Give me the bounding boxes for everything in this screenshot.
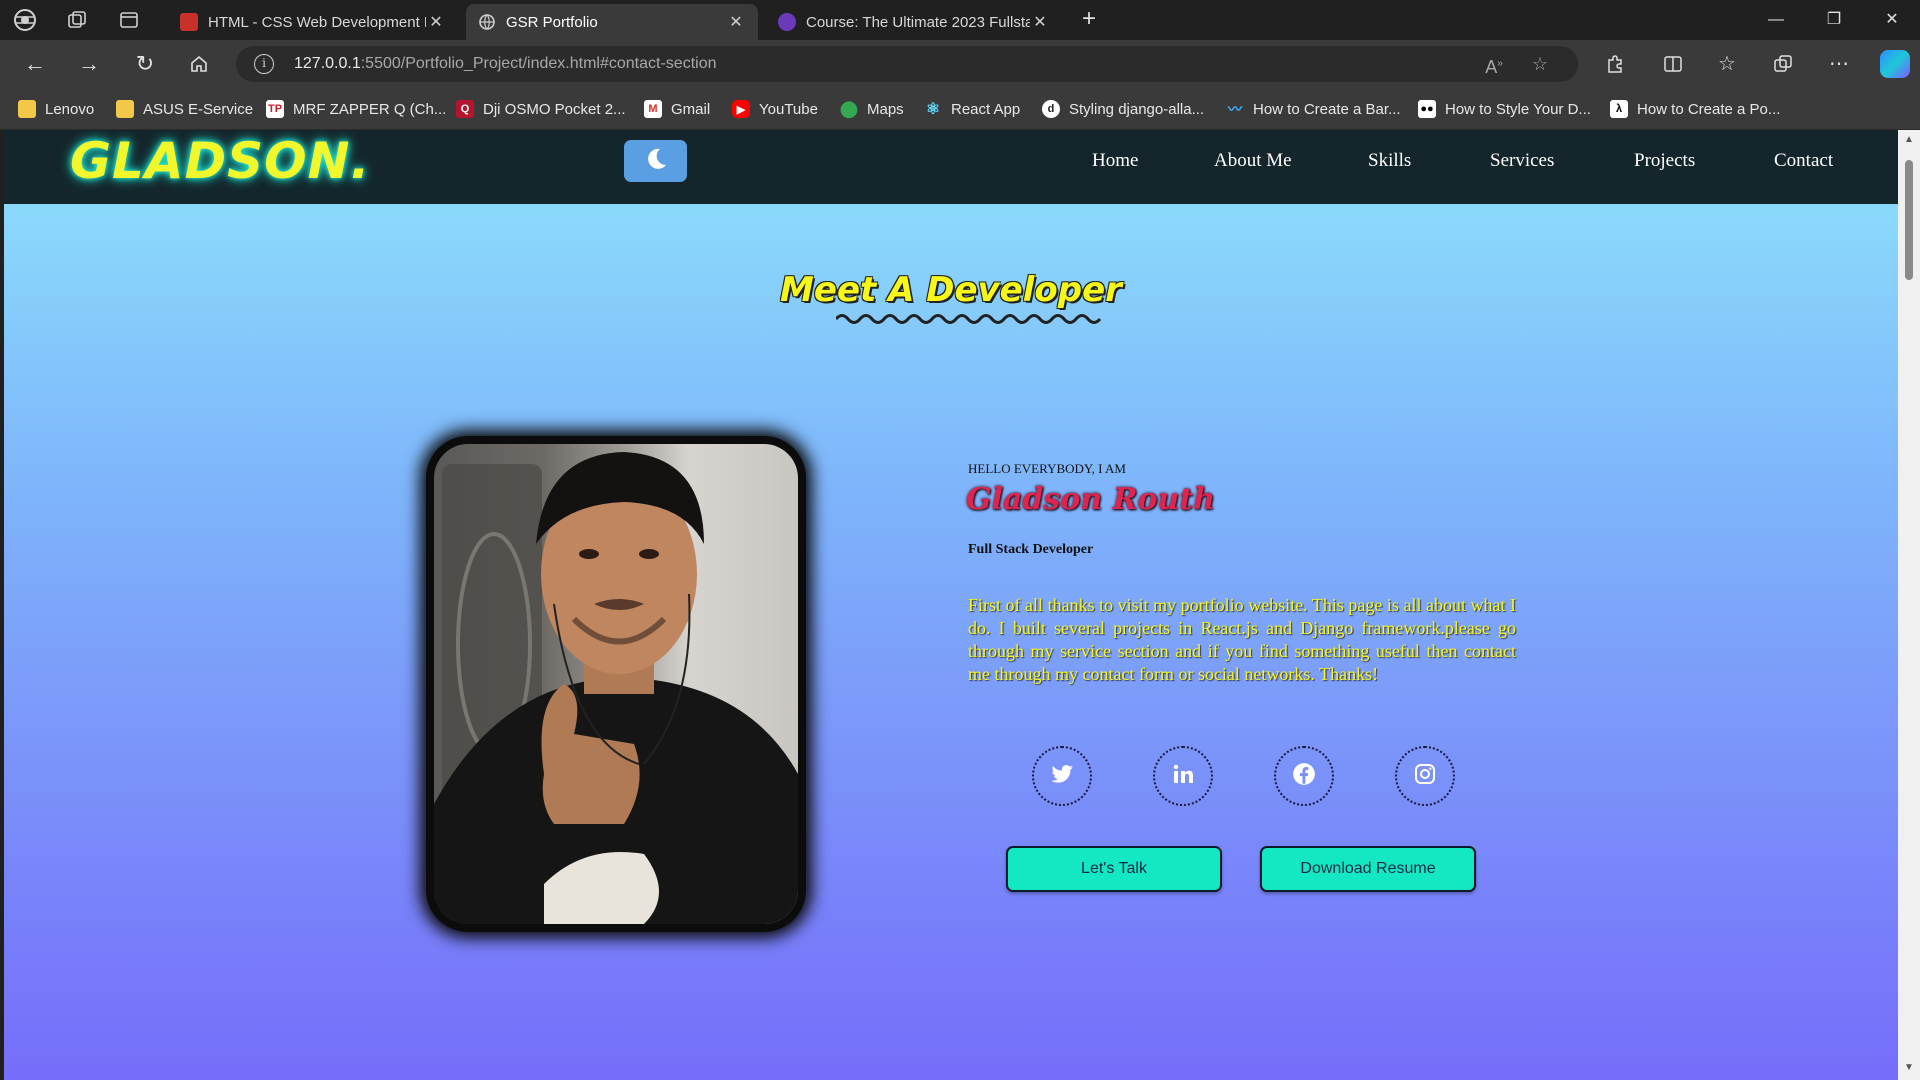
linkedin-icon	[1171, 762, 1195, 791]
workspaces-icon[interactable]	[62, 6, 92, 34]
developer-role: Full Stack Developer	[968, 542, 1094, 557]
wavy-underline	[836, 314, 1102, 324]
tab-gsr-portfolio[interactable]: GSR Portfolio ✕	[466, 4, 758, 40]
twitter-icon	[1049, 761, 1075, 792]
intro-paragraph: First of all thanks to visit my portfoli…	[968, 595, 1516, 684]
split-screen-icon[interactable]	[1656, 48, 1690, 80]
nav-services[interactable]: Services	[1490, 150, 1554, 172]
medium-icon: ●●	[1418, 100, 1436, 118]
close-icon[interactable]: ✕	[726, 12, 746, 32]
twitter-link[interactable]	[1032, 746, 1092, 806]
home-button[interactable]	[182, 48, 216, 80]
extensions-icon[interactable]	[1598, 48, 1632, 80]
favorites-icon[interactable]: ☆	[1710, 48, 1744, 80]
refresh-button[interactable]: ↻	[128, 48, 162, 80]
folder-icon	[18, 100, 36, 118]
hero-title: Meet A Developer	[780, 270, 1122, 310]
bookmark-gmail[interactable]: M Gmail	[644, 98, 710, 120]
dark-mode-toggle[interactable]	[624, 140, 687, 182]
site-logo[interactable]: GLADSON.	[70, 132, 370, 190]
moon-icon	[642, 145, 670, 178]
bookmark-style[interactable]: ●● How to Style Your D...	[1418, 98, 1591, 120]
nav-skills[interactable]: Skills	[1368, 150, 1411, 172]
collections-icon[interactable]	[1766, 48, 1800, 80]
bookmarks-bar: Lenovo ASUS E-Service TP MRF ZAPPER Q (Ch…	[0, 88, 1920, 130]
bookmark-youtube[interactable]: ▶ YouTube	[732, 98, 818, 120]
profile-photo-frame	[426, 436, 806, 932]
wave-icon: 〰	[1228, 101, 1242, 117]
new-tab-button[interactable]: +	[1074, 6, 1104, 34]
close-icon[interactable]: ✕	[426, 12, 446, 32]
bookmark-maps[interactable]: ⬤ Maps	[840, 98, 904, 120]
nav-contact[interactable]: Contact	[1774, 150, 1833, 172]
favorite-star-icon[interactable]: ☆	[1526, 52, 1554, 76]
django-icon: d	[1042, 100, 1060, 118]
bookmark-django[interactable]: d Styling django-alla...	[1042, 98, 1204, 120]
back-button[interactable]: ←	[18, 48, 52, 80]
restore-button[interactable]: ❐	[1814, 6, 1854, 34]
facebook-icon	[1291, 761, 1317, 792]
minimize-button[interactable]: —	[1756, 6, 1796, 34]
bookmark-react-app[interactable]: ⚛ React App	[924, 98, 1020, 120]
close-icon[interactable]: ✕	[1030, 12, 1050, 32]
nav-projects[interactable]: Projects	[1634, 150, 1695, 172]
site-navbar: GLADSON. Home About Me Skills Services P…	[4, 130, 1898, 204]
developer-name: Gladson Routh	[966, 482, 1216, 517]
bookmark-lenovo[interactable]: Lenovo	[18, 98, 94, 120]
page-scrollbar[interactable]: ▲ ▼	[1898, 130, 1920, 1080]
linkedin-link[interactable]	[1153, 746, 1213, 806]
globe-icon	[478, 13, 496, 31]
lets-talk-button[interactable]: Let's Talk	[1006, 846, 1222, 892]
address-bar[interactable]: i 127.0.0.1:5500/Portfolio_Project/index…	[236, 46, 1578, 82]
bookmark-mrf[interactable]: TP MRF ZAPPER Q (Ch...	[266, 98, 446, 120]
download-resume-button[interactable]: Download Resume	[1260, 846, 1476, 892]
forward-button[interactable]: →	[72, 48, 106, 80]
instagram-icon	[1413, 762, 1437, 791]
youtube-icon: ▶	[732, 100, 750, 118]
profile-icon[interactable]	[10, 6, 40, 34]
address-toolbar: ← → ↻ i 127.0.0.1:5500/Portfolio_Project…	[0, 40, 1920, 88]
maps-icon: ⬤	[840, 101, 858, 118]
react-icon: ⚛	[925, 101, 941, 118]
instagram-link[interactable]	[1395, 746, 1455, 806]
tab-html-css[interactable]: HTML - CSS Web Development P ✕	[168, 4, 458, 40]
bookmark-create[interactable]: λ How to Create a Po...	[1610, 98, 1780, 120]
folder-icon	[116, 100, 134, 118]
more-menu-icon[interactable]: ⋯	[1822, 48, 1856, 80]
tab-course[interactable]: Course: The Ultimate 2023 Fullsta ✕	[766, 4, 1062, 40]
gmail-icon: M	[644, 100, 662, 118]
tab-strip: HTML - CSS Web Development P ✕ GSR Portf…	[0, 0, 1920, 40]
page-viewport: GLADSON. Home About Me Skills Services P…	[4, 130, 1898, 1080]
profile-photo	[434, 444, 798, 924]
scrollbar-thumb[interactable]	[1905, 160, 1913, 280]
pdf-icon	[180, 13, 198, 31]
read-aloud-icon[interactable]: A»	[1480, 52, 1508, 77]
bookmark-dji[interactable]: Q Dji OSMO Pocket 2...	[456, 98, 626, 120]
tab-actions-icon[interactable]	[114, 6, 144, 34]
scroll-down-icon[interactable]: ▼	[1903, 1062, 1915, 1073]
lambda-icon: λ	[1610, 100, 1628, 118]
bookmark-asus[interactable]: ASUS E-Service	[116, 98, 253, 120]
tp-icon: TP	[266, 100, 284, 118]
bookmark-bar[interactable]: 〰 How to Create a Bar...	[1226, 98, 1401, 120]
nav-about-me[interactable]: About Me	[1214, 150, 1292, 172]
scroll-up-icon[interactable]: ▲	[1903, 134, 1915, 145]
copilot-icon[interactable]	[1880, 50, 1910, 78]
facebook-link[interactable]	[1274, 746, 1334, 806]
site-info-icon[interactable]: i	[254, 54, 274, 74]
nav-home[interactable]: Home	[1092, 150, 1138, 172]
url-text[interactable]: 127.0.0.1:5500/Portfolio_Project/index.h…	[294, 55, 716, 73]
course-icon	[778, 13, 796, 31]
greeting-text: HELLO EVERYBODY, I AM	[968, 461, 1126, 476]
close-window-button[interactable]: ✕	[1872, 6, 1912, 34]
q-icon: Q	[456, 100, 474, 118]
